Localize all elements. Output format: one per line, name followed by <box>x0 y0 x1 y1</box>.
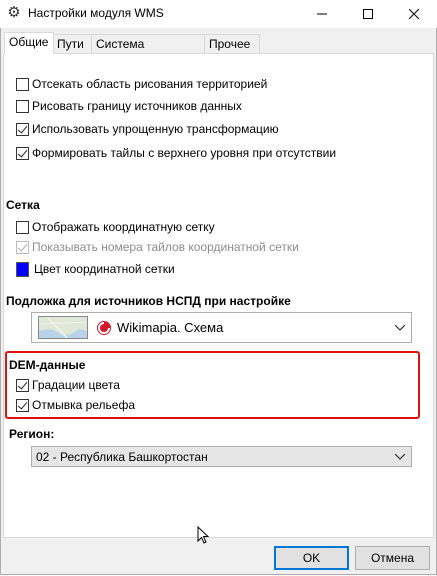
option-clip-territory[interactable]: Отсекать область рисования территорией <box>16 76 267 92</box>
substrate-selected: Wikimapia. Схема <box>117 320 224 335</box>
tab-paths[interactable]: Пути <box>52 34 92 53</box>
checkbox[interactable] <box>16 122 29 136</box>
region-selected: 02 - Республика Башкортостан <box>36 450 208 464</box>
substrate-select[interactable]: Wikimapia. Схема <box>31 312 412 343</box>
option-hillshade[interactable]: Отмывка рельефа <box>16 397 135 413</box>
cancel-button[interactable]: Отмена <box>355 546 430 570</box>
maximize-icon <box>363 9 373 19</box>
option-tiles-from-top[interactable]: Формировать тайлы с верхнего уровня при … <box>16 145 336 161</box>
minimize-button[interactable] <box>299 0 345 28</box>
window-title: Настройки модуля WMS <box>28 6 164 20</box>
dem-heading: DEM-данные <box>9 358 86 372</box>
checkbox[interactable] <box>16 77 29 91</box>
grid-heading: Сетка <box>6 198 40 212</box>
gear-icon: ⚙ <box>7 4 21 21</box>
tab-general[interactable]: Общие <box>4 32 54 54</box>
option-show-grid[interactable]: Отображать координатную сетку <box>16 219 215 235</box>
option-color-gradation[interactable]: Градации цвета <box>16 377 120 393</box>
checkbox[interactable] <box>16 220 29 234</box>
substrate-heading: Подложка для источников НСПД при настрой… <box>6 294 291 308</box>
region-heading: Регион: <box>9 427 55 441</box>
option-simplified-transform[interactable]: Использовать упрощенную трансформацию <box>16 121 279 137</box>
title-bar: ⚙ Настройки модуля WMS <box>0 0 437 28</box>
chevron-down-icon <box>394 451 406 463</box>
tab-other[interactable]: Прочее <box>204 34 260 53</box>
close-button[interactable] <box>391 0 437 28</box>
option-show-tile-numbers: Показывать номера тайлов координатной се… <box>16 239 299 255</box>
mouse-cursor-icon <box>197 525 210 548</box>
ok-button[interactable]: OK <box>274 546 349 570</box>
option-draw-source-border[interactable]: Рисовать границу источников данных <box>16 98 242 114</box>
color-swatch[interactable] <box>16 261 29 277</box>
region-select[interactable]: 02 - Республика Башкортостан <box>31 446 412 467</box>
close-icon <box>409 9 419 19</box>
chevron-down-icon <box>394 322 406 334</box>
grid-color-picker[interactable]: Цвет координатной сетки <box>16 260 175 278</box>
checkbox[interactable] <box>16 99 29 113</box>
checkbox[interactable] <box>16 146 29 160</box>
checkbox[interactable] <box>16 378 29 392</box>
map-thumbnail-icon <box>38 316 88 339</box>
tab-coordinate-system[interactable]: Система координат <box>91 34 206 69</box>
minimize-icon <box>317 13 327 15</box>
checkbox[interactable] <box>16 398 29 412</box>
checkbox <box>16 240 29 254</box>
maximize-button[interactable] <box>345 0 391 28</box>
wikimapia-logo-icon <box>96 320 112 336</box>
